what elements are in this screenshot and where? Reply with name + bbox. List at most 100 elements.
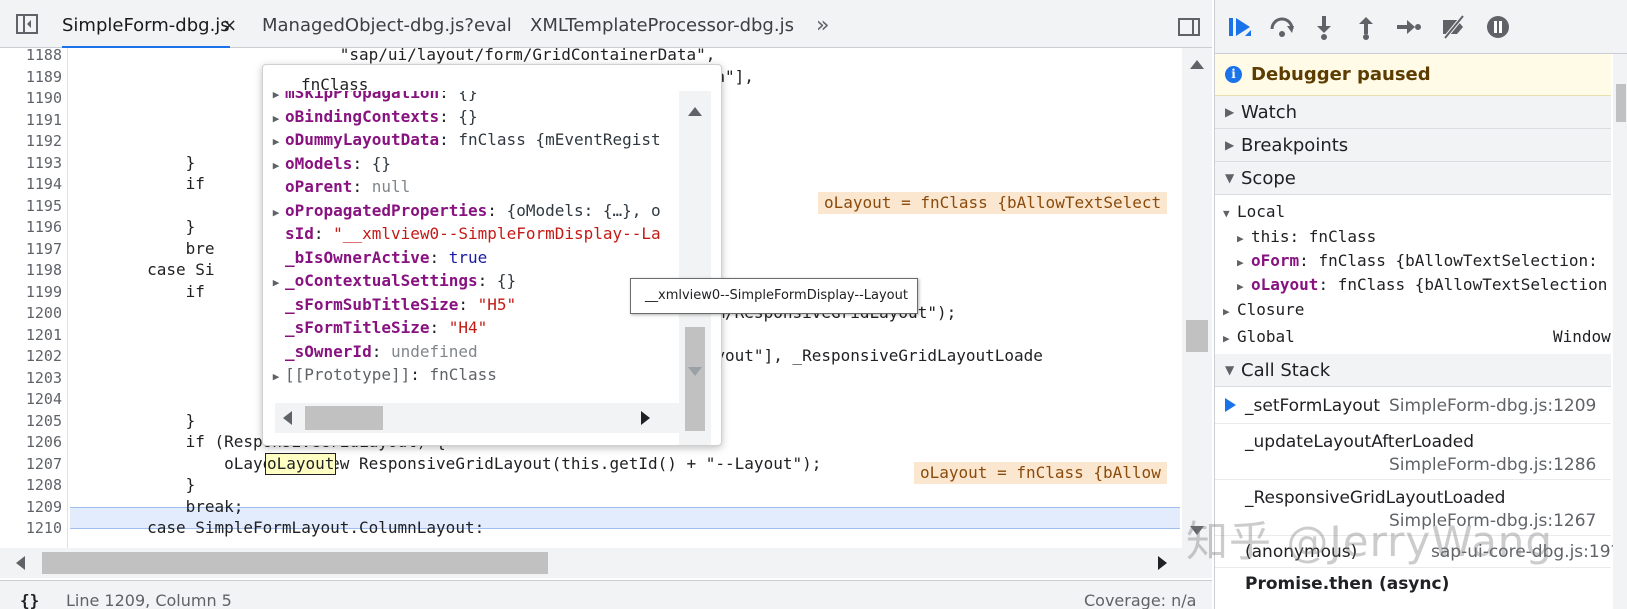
line-number[interactable]: 1201 (0, 324, 62, 346)
call-frame[interactable]: _ResponsiveGridLayoutLoaded SimpleForm-d… (1215, 480, 1611, 536)
sidebar-vertical-scrollbar[interactable] (1613, 54, 1627, 609)
call-stack-section-header[interactable]: ▼ Call Stack (1215, 354, 1611, 387)
call-frame-current[interactable]: _setFormLayout SimpleForm-dbg.js:1209 (1215, 388, 1611, 424)
property-row[interactable]: ▶ oDummyLayoutData: fnClass {mEventRegist (267, 128, 661, 152)
line-number[interactable]: 1199 (0, 281, 62, 303)
scroll-down-icon[interactable] (1190, 526, 1204, 535)
collapse-arrow-icon: ▼ (1225, 171, 1235, 185)
property-row[interactable]: _sFormTitleSize: "H4" (267, 316, 487, 340)
scroll-up-icon[interactable] (688, 107, 702, 116)
breakpoints-section-header[interactable]: ▶ Breakpoints (1215, 129, 1611, 162)
editor-horizontal-scrollbar[interactable] (0, 548, 1212, 578)
scroll-thumb[interactable] (1616, 84, 1626, 122)
line-number[interactable]: 1196 (0, 216, 62, 238)
step-out-icon[interactable] (1353, 14, 1379, 40)
scroll-right-icon[interactable] (641, 411, 650, 425)
tab-managedobject[interactable]: ManagedObject-dbg.js?eval (262, 0, 512, 48)
scroll-thumb[interactable] (305, 406, 383, 430)
line-number[interactable]: 1189 (0, 66, 62, 88)
close-tab-icon[interactable]: × (222, 0, 237, 52)
line-number[interactable]: 1206 (0, 431, 62, 453)
line-number[interactable]: 1194 (0, 173, 62, 195)
property-row[interactable]: ▶ [[Prototype]]: fnClass (267, 363, 497, 387)
line-number[interactable]: 1188 (0, 48, 62, 66)
property-row[interactable]: _sFormSubTitleSize: "H5" (267, 293, 516, 317)
scope-oform[interactable]: ▶ oForm: fnClass {bAllowTextSelection: (1237, 249, 1598, 273)
line-number[interactable]: 1204 (0, 388, 62, 410)
property-row[interactable]: ▶ oBindingContexts: {} (267, 105, 478, 129)
popover-vertical-scrollbar[interactable] (679, 91, 711, 445)
toggle-navigator-icon[interactable] (16, 14, 38, 34)
scroll-up-icon[interactable] (1190, 60, 1204, 69)
object-preview-popover[interactable]: fnClass ▶ mSkipPropagation: {} ▶ oBindingCo… (262, 64, 722, 446)
expand-arrow-icon[interactable]: ▶ (267, 201, 285, 225)
line-number[interactable]: 1202 (0, 345, 62, 367)
line-number[interactable]: 1197 (0, 238, 62, 260)
frame-location: SimpleForm-dbg.js:1267 (1389, 511, 1597, 531)
inline-value-1195: oLayout = fnClass {bAllowTextSelect (818, 192, 1168, 214)
expand-arrow-icon[interactable]: ▶ (267, 130, 285, 154)
property-key: _sOwnerId (285, 341, 372, 361)
step-icon[interactable] (1395, 14, 1421, 40)
scope-this[interactable]: ▶ this: fnClass (1237, 225, 1376, 249)
line-number[interactable]: 1195 (0, 195, 62, 217)
property-row[interactable]: sId: "__xmlview0--SimpleFormDisplay--La (267, 222, 661, 246)
step-into-icon[interactable] (1311, 14, 1337, 40)
hovered-identifier[interactable]: oLayout (265, 452, 337, 475)
property-row[interactable]: ▶ oPropagatedProperties: {oModels: {…}, o (267, 199, 661, 223)
line-number[interactable]: 1193 (0, 152, 62, 174)
step-over-icon[interactable] (1269, 14, 1295, 40)
scope-closure[interactable]: ▶ Closure (1223, 298, 1304, 322)
expand-arrow-icon[interactable]: ▶ (267, 154, 285, 178)
scroll-thumb[interactable] (1186, 320, 1208, 352)
watch-section-header[interactable]: ▶ Watch (1215, 96, 1611, 129)
frame-location: sap-ui-core-dbg.js:19?? (1431, 542, 1627, 562)
more-tabs-icon[interactable]: » (816, 0, 829, 52)
popover-horizontal-scrollbar[interactable] (275, 403, 681, 433)
scroll-right-icon[interactable] (1158, 556, 1167, 570)
line-number[interactable]: 1203 (0, 367, 62, 389)
scope-section-header[interactable]: ▼ Scope (1215, 162, 1611, 195)
line-number[interactable]: 1191 (0, 109, 62, 131)
scope-local[interactable]: ▼ Local (1223, 200, 1285, 224)
call-frame[interactable]: (anonymous) sap-ui-core-dbg.js:19?? (1215, 536, 1627, 568)
pretty-print-icon[interactable]: {} (20, 591, 39, 609)
property-row[interactable]: ▶ mSkipPropagation: {} (267, 91, 478, 105)
property-row[interactable]: oParent: null (267, 175, 410, 199)
line-number[interactable]: 1207 (0, 453, 62, 475)
property-row[interactable]: ▶ oModels: {} (267, 152, 391, 176)
call-frame[interactable]: _updateLayoutAfterLoaded SimpleForm-dbg.… (1215, 424, 1611, 480)
line-number[interactable]: 1210 (0, 517, 62, 539)
tab-xmltemplateprocessor[interactable]: XMLTemplateProcessor-dbg.js (530, 0, 794, 48)
line-number[interactable]: 1205 (0, 410, 62, 432)
tab-simpleform[interactable]: SimpleForm-dbg.js (62, 0, 230, 48)
expand-arrow-icon[interactable]: ▶ (267, 365, 285, 389)
frame-function: (anonymous) (1245, 542, 1358, 562)
property-row[interactable]: ▶ _oContextualSettings: {} (267, 269, 517, 295)
line-number[interactable]: 1198 (0, 259, 62, 281)
scroll-left-icon[interactable] (16, 556, 25, 570)
expand-arrow-icon[interactable]: ▶ (267, 271, 285, 295)
line-number[interactable]: 1190 (0, 87, 62, 109)
property-value: fnClass (429, 365, 497, 384)
pause-on-exceptions-icon[interactable] (1485, 14, 1511, 40)
scope-olayout[interactable]: ▶ oLayout: fnClass {bAllowTextSelection (1237, 273, 1607, 297)
expand-arrow-icon: ▶ (1237, 280, 1244, 293)
resume-icon[interactable] (1227, 14, 1253, 40)
scroll-thumb[interactable] (42, 552, 548, 574)
scroll-left-icon[interactable] (283, 411, 292, 425)
property-row[interactable]: _sOwnerId: undefined (267, 340, 478, 364)
deactivate-breakpoints-icon[interactable] (1441, 14, 1467, 40)
editor-vertical-scrollbar[interactable] (1182, 48, 1212, 548)
line-number[interactable]: 1209 (0, 496, 62, 518)
scroll-thumb[interactable] (685, 327, 705, 431)
expand-arrow-icon[interactable]: ▶ (267, 107, 285, 131)
line-number[interactable]: 1208 (0, 474, 62, 496)
scope-global[interactable]: ▶ Global Window (1223, 325, 1611, 349)
property-value: "H5" (477, 294, 517, 314)
line-number[interactable]: 1192 (0, 130, 62, 152)
scroll-down-icon[interactable] (688, 367, 702, 376)
line-number[interactable]: 1200 (0, 302, 62, 324)
toggle-debugger-icon[interactable] (1178, 18, 1200, 36)
property-row[interactable]: _bIsOwnerActive: true (267, 246, 487, 270)
